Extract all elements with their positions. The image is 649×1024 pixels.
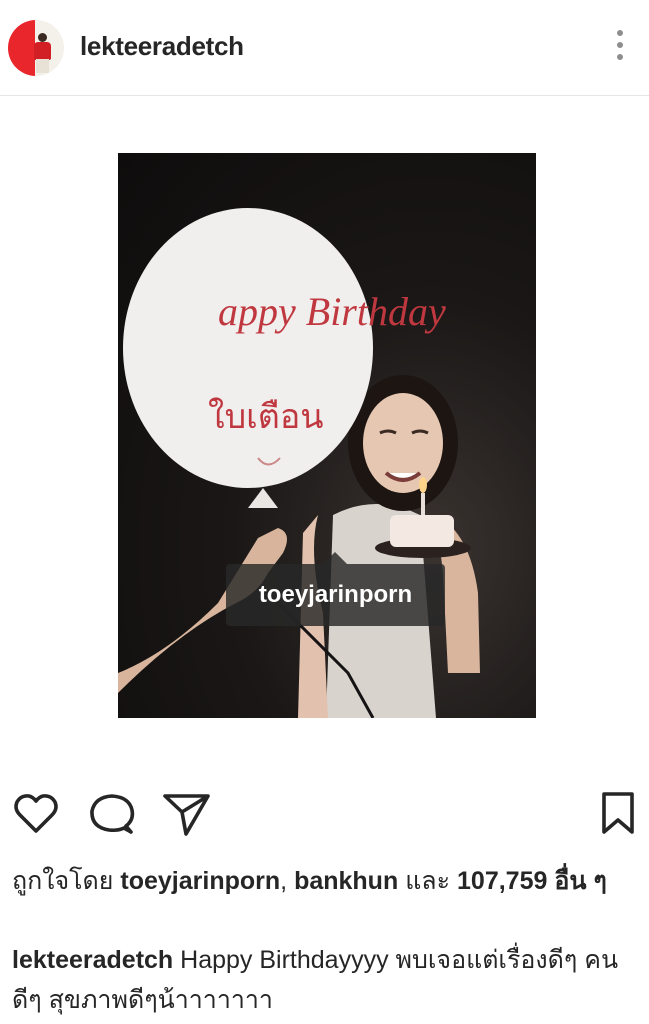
heart-icon[interactable]: [12, 790, 60, 843]
balloon-text-birthday: appy Birthday: [218, 289, 446, 334]
bookmark-icon[interactable]: [600, 790, 636, 843]
likes-summary[interactable]: ถูกใจโดย toeyjarinporn, bankhun และ 107,…: [12, 862, 637, 900]
photo-illustration: appy Birthday ใบเตือน: [118, 208, 480, 718]
avatar-figure-head: [38, 33, 47, 42]
balloon-text-name: ใบเตือน: [208, 397, 324, 437]
caption-username[interactable]: lekteeradetch: [12, 946, 173, 974]
post-photo[interactable]: appy Birthday ใบเตือน toeyjarinporn: [118, 153, 536, 718]
user-tag-label: toeyjarinporn: [258, 581, 413, 608]
avatar-figure-body: [34, 42, 51, 60]
balloon: [123, 208, 373, 488]
likes-and: และ: [405, 867, 451, 895]
likes-sep: ,: [280, 867, 288, 895]
candle-flame: [419, 477, 427, 493]
post-username[interactable]: lekteeradetch: [80, 31, 244, 62]
more-vertical-icon[interactable]: [610, 30, 630, 66]
post-header: lekteeradetch: [0, 0, 649, 96]
action-bar: [0, 790, 649, 850]
cake: [390, 515, 454, 547]
liker-2[interactable]: bankhun: [294, 867, 398, 895]
user-tag[interactable]: toeyjarinporn: [226, 552, 445, 626]
candle: [421, 493, 425, 515]
send-icon[interactable]: [162, 790, 212, 843]
likes-prefix: ถูกใจโดย: [12, 867, 114, 895]
comment-icon[interactable]: [88, 790, 136, 843]
liker-1[interactable]: toeyjarinporn: [120, 867, 280, 895]
avatar-figure-legs: [36, 59, 49, 73]
balloon-knot: [248, 488, 278, 508]
avatar[interactable]: [8, 20, 64, 76]
likes-count[interactable]: 107,759: [457, 867, 547, 895]
likes-suffix[interactable]: อื่น ๆ: [554, 867, 606, 895]
post-caption: lekteeradetch Happy Birthdayyyy พบเจอแต่…: [12, 940, 642, 1020]
